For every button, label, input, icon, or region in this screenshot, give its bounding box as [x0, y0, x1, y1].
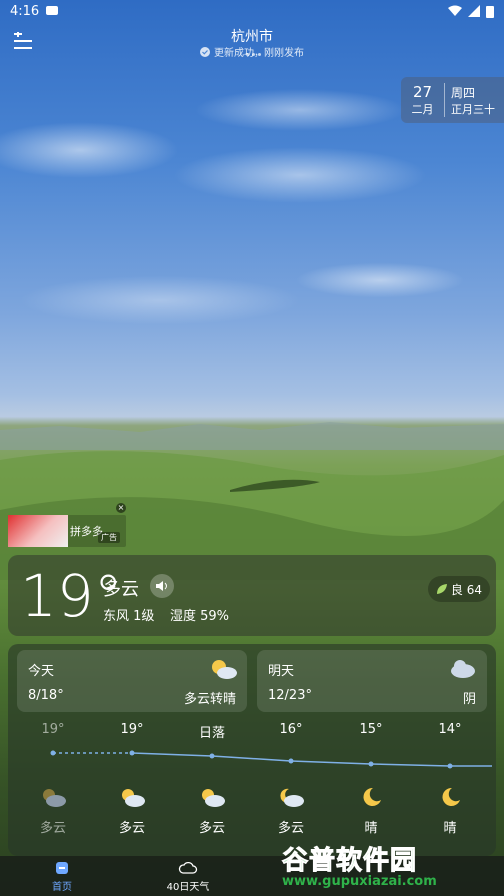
forecast-panel: 今天 8/18° 多云转晴 明天 12/23° 阴 19° 19° 日落 16°…: [8, 644, 496, 856]
nav-home[interactable]: 首页: [22, 860, 102, 893]
tomorrow-label: 明天: [268, 664, 295, 679]
status-bar: 4:16: [0, 0, 504, 22]
trend-point-0: [50, 750, 56, 756]
status-time: 4:16: [10, 3, 40, 19]
current-condition: 多云: [103, 579, 139, 600]
hour-condition-0: 多云: [39, 821, 66, 836]
tomorrow-condition: 阴: [462, 692, 476, 707]
trend-point-2: [209, 753, 215, 759]
hour-label-1: 19°: [120, 722, 144, 737]
humidity-info: 湿度 59%: [170, 609, 230, 624]
nav-forty-day[interactable]: 40日天气: [148, 860, 228, 893]
overcast-icon: [451, 660, 475, 678]
date-weekday: 周四: [451, 85, 476, 100]
hour-condition-3: 多云: [277, 821, 304, 836]
site-watermark: 谷普软件园 www.gupuxiazai.com: [276, 836, 500, 896]
current-weather-card[interactable]: 19° 多云 东风 1级 湿度 59% 良 64: [8, 555, 496, 636]
hour-label-2: 日落: [198, 726, 225, 741]
date-panel[interactable]: 27 二月 周四 正月三十: [401, 77, 504, 123]
wind-info: 东风 1级: [103, 609, 155, 624]
moon-icon: [363, 787, 381, 806]
leaf-icon: [436, 584, 447, 594]
hour-condition-4: 晴: [364, 821, 378, 836]
hour-label-3: 16°: [279, 722, 303, 737]
tomorrow-card[interactable]: 明天 12/23° 阴: [257, 650, 487, 712]
hour-label-5: 14°: [438, 722, 462, 737]
cloud-outline-icon: [178, 861, 198, 874]
ad-banner[interactable]: 拼多多 广告: [8, 515, 126, 547]
ad-close-button[interactable]: ×: [116, 503, 126, 513]
wifi-icon: [448, 5, 462, 16]
home-icon: [56, 862, 68, 874]
partly-cloudy-icon: [212, 660, 237, 679]
watermark-title: 谷普软件园: [281, 846, 418, 877]
trend-point-1: [129, 750, 135, 756]
temperature-trend-line: [50, 750, 492, 769]
aqi-badge[interactable]: 良 64: [427, 576, 490, 602]
ad-thumbnail: [8, 515, 68, 547]
hour-condition-2: 多云: [198, 821, 225, 836]
page-indicator: [246, 53, 261, 56]
trend-point-5: [447, 763, 453, 769]
hour-condition-1: 多云: [118, 821, 145, 836]
date-day: 27: [412, 83, 433, 101]
trend-point-4: [368, 761, 374, 767]
tomorrow-range: 12/23°: [268, 688, 312, 703]
update-text: 更新成功，刚刚发布: [214, 44, 304, 59]
ad-tag: 广告: [98, 532, 120, 543]
nav-home-label: 首页: [52, 882, 72, 893]
today-label: 今天: [28, 664, 55, 679]
today-condition: 多云转晴: [183, 692, 236, 707]
date-lunar: 正月三十: [451, 102, 495, 116]
today-range: 8/18°: [28, 688, 64, 703]
date-month: 二月: [411, 103, 434, 116]
hour-condition-5: 晴: [443, 821, 457, 836]
city-title[interactable]: 杭州市: [0, 26, 504, 46]
partly-cloudy-night-icon: [280, 788, 304, 807]
trend-point-3: [288, 758, 294, 764]
speaker-icon: [156, 581, 167, 591]
signal-icon: [468, 5, 480, 17]
moon-icon: [442, 787, 460, 806]
hour-label-4: 15°: [359, 722, 383, 737]
today-card[interactable]: 今天 8/18° 多云转晴: [17, 650, 247, 712]
nav-forty-day-label: 40日天气: [166, 882, 210, 893]
aqi-text: 良 64: [450, 582, 482, 597]
battery-icon: [486, 5, 494, 18]
cloudy-icon: [43, 789, 66, 807]
watermark-url: www.gupuxiazai.com: [282, 874, 437, 889]
hour-label-0: 19°: [41, 722, 65, 737]
check-circle-icon: [200, 46, 210, 57]
partly-cloudy-icon: [122, 789, 145, 807]
partly-cloudy-icon: [202, 789, 225, 807]
message-icon: [46, 6, 59, 15]
update-status: 更新成功，刚刚发布: [0, 44, 504, 59]
voice-broadcast-button[interactable]: [150, 574, 174, 598]
